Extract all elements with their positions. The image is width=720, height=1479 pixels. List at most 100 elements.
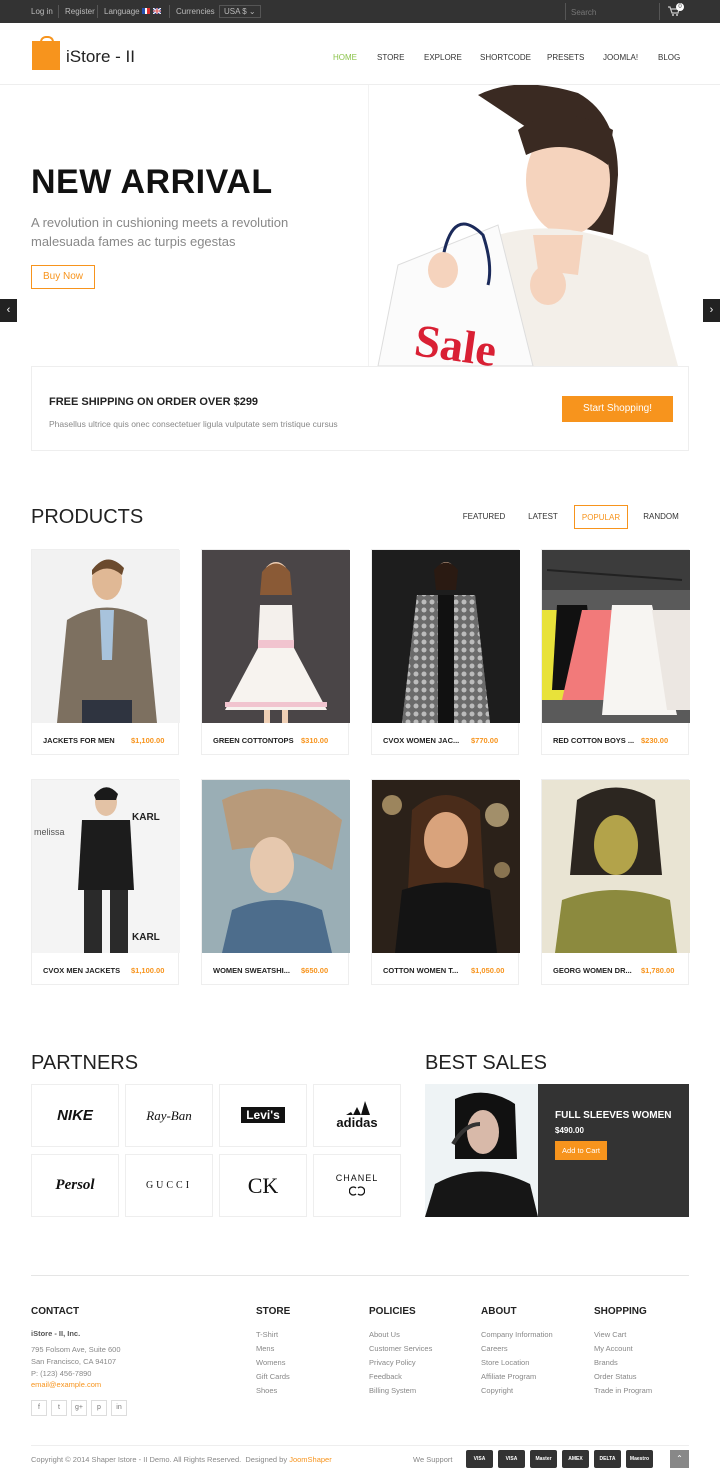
start-shopping-button[interactable]: Start Shopping! [562,396,673,422]
product-card[interactable]: GEORG WOMEN DR... $1,780.00 [541,779,690,985]
product-image[interactable] [542,550,690,723]
pinterest-icon[interactable]: p [91,1400,107,1416]
partner-logo-nike[interactable]: NIKE [31,1084,119,1147]
nav-home[interactable]: HOME [333,53,357,62]
product-card[interactable]: CVOX WOMEN JAC... $770.00 [371,549,520,755]
logo-bag-icon[interactable] [32,36,60,70]
product-card[interactable]: GREEN COTTONTOPS $310.00 [201,549,350,755]
products-title: PRODUCTS [31,506,144,528]
footer-link[interactable]: Copyright [481,1386,513,1395]
footer-link[interactable]: Billing System [369,1386,416,1395]
footer-link[interactable]: Gift Cards [256,1372,290,1381]
product-image[interactable] [32,550,180,723]
best-sale-image[interactable] [425,1084,538,1217]
product-image[interactable] [202,780,350,953]
visa-icon: VISA [498,1450,525,1468]
footer-link[interactable]: T-Shirt [256,1330,278,1339]
footer-bottom-divider [31,1445,689,1446]
flag-uk-icon[interactable] [153,8,161,14]
register-link[interactable]: Register [65,7,95,16]
partner-logo-levis[interactable]: Levi's [219,1084,307,1147]
product-price: $310.00 [301,736,329,745]
partner-logo-chanel[interactable]: CHANEL [313,1154,401,1217]
nav-store[interactable]: STORE [377,53,404,62]
footer-link[interactable]: Store Location [481,1358,529,1367]
footer-about-title: ABOUT [481,1306,517,1317]
nav-presets[interactable]: PRESETS [547,53,584,62]
footer-link[interactable]: View Cart [594,1330,626,1339]
tab-popular[interactable]: POPULAR [574,505,628,529]
best-sale-name[interactable]: FULL SLEEVES WOMEN [555,1110,672,1121]
hero-model-image: Sale [368,85,688,366]
product-card[interactable]: KARL KARL melissa CVOX MEN JACKETS $1,10… [31,779,180,985]
login-link[interactable]: Log in [31,7,53,16]
footer-link[interactable]: About Us [369,1330,400,1339]
tab-random[interactable]: RANDOM [636,505,686,529]
product-image[interactable] [372,550,520,723]
twitter-icon[interactable]: t [51,1400,67,1416]
product-name[interactable]: CVOX MEN JACKETS [43,966,120,975]
footer-link[interactable]: Order Status [594,1372,637,1381]
product-image[interactable] [542,780,690,953]
contact-company: iStore - II, Inc. [31,1329,81,1338]
linkedin-icon[interactable]: in [111,1400,127,1416]
contact-email[interactable]: email@example.com [31,1380,101,1389]
footer-link[interactable]: Company Information [481,1330,553,1339]
nav-explore[interactable]: EXPLORE [424,53,462,62]
product-card[interactable]: RED COTTON BOYS ... $230.00 [541,549,690,755]
partner-name: Ray-Ban [146,1108,192,1123]
search-input[interactable]: Search [565,3,660,20]
google-plus-icon[interactable]: g+ [71,1400,87,1416]
product-card[interactable]: JACKETS FOR MEN $1,100.00 [31,549,180,755]
footer-link[interactable]: Privacy Policy [369,1358,416,1367]
slider-next-button[interactable]: › [703,299,720,322]
footer-link[interactable]: Mens [256,1344,274,1353]
footer-link[interactable]: Customer Services [369,1344,432,1353]
partner-logo-ck[interactable]: CK [219,1154,307,1217]
product-card[interactable]: WOMEN SWEATSHI... $650.00 [201,779,350,985]
footer-link[interactable]: Womens [256,1358,285,1367]
partner-name: GUCCI [145,1180,193,1191]
cart-count-badge: 0 [676,3,684,11]
product-name[interactable]: WOMEN SWEATSHI... [213,966,290,975]
mastercard-icon: Master [530,1450,557,1468]
tab-latest[interactable]: LATEST [520,505,566,529]
product-image[interactable] [202,550,350,723]
partner-logo-gucci[interactable]: GUCCI [125,1154,213,1217]
product-name[interactable]: GEORG WOMEN DR... [553,966,632,975]
product-name[interactable]: CVOX WOMEN JAC... [383,736,459,745]
designer-link[interactable]: JoomShaper [289,1455,332,1464]
nav-joomla[interactable]: JOOMLA! [603,53,638,62]
footer-link[interactable]: Feedback [369,1372,402,1381]
partner-logo-persol[interactable]: Persol [31,1154,119,1217]
product-name[interactable]: GREEN COTTONTOPS [213,736,294,745]
product-name[interactable]: RED COTTON BOYS ... [553,736,634,745]
product-name[interactable]: COTTON WOMEN T... [383,966,458,975]
logo-text[interactable]: iStore - II [66,47,135,67]
copyright-text: Copyright © 2014 Shaper Istore - II Demo… [31,1455,332,1464]
hero-subtitle-line2: malesuada fames ac turpis egestas [31,234,236,249]
add-to-cart-button[interactable]: Add to Cart [555,1141,607,1160]
slider-prev-button[interactable]: ‹ [0,299,17,322]
nav-shortcode[interactable]: SHORTCODE [480,53,531,62]
facebook-icon[interactable]: f [31,1400,47,1416]
product-image[interactable]: KARL KARL melissa [32,780,180,953]
product-card[interactable]: COTTON WOMEN T... $1,050.00 [371,779,520,985]
partner-logo-rayban[interactable]: Ray-Ban [125,1084,213,1147]
tab-featured[interactable]: FEATURED [458,505,510,529]
flag-fr-icon[interactable] [142,8,150,14]
partner-name: CHANEL [335,1173,379,1183]
partner-logo-adidas[interactable]: adidas [313,1084,401,1147]
footer-link[interactable]: Shoes [256,1386,277,1395]
footer-link[interactable]: Trade in Program [594,1386,652,1395]
back-to-top-button[interactable]: ⌃ [670,1450,689,1468]
nav-blog[interactable]: BLOG [658,53,680,62]
buy-now-button[interactable]: Buy Now [31,265,95,289]
footer-link[interactable]: Affiliate Program [481,1372,536,1381]
footer-link[interactable]: My Account [594,1344,633,1353]
product-name[interactable]: JACKETS FOR MEN [43,736,115,745]
footer-link[interactable]: Brands [594,1358,618,1367]
product-image[interactable] [372,780,520,953]
footer-link[interactable]: Careers [481,1344,508,1353]
currency-select[interactable]: USA $ ⌄ [219,5,261,18]
